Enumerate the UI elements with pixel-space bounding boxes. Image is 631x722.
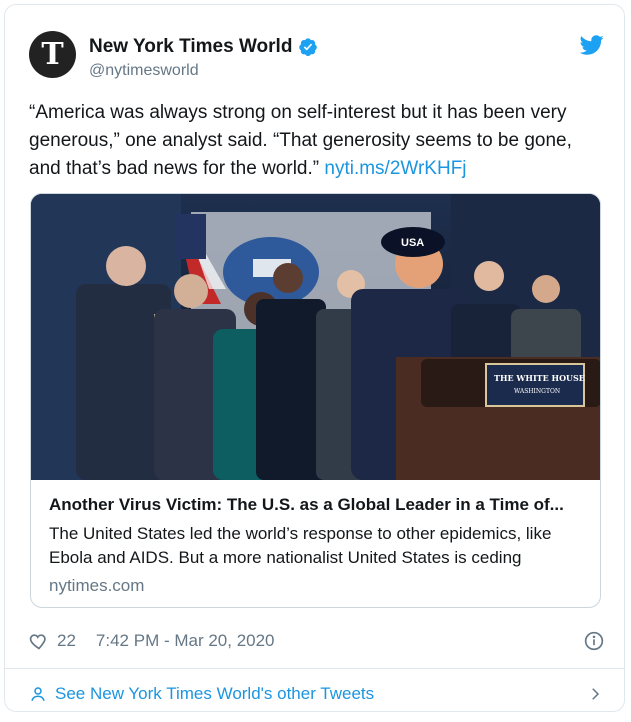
- chevron-right-icon[interactable]: [586, 685, 604, 703]
- preview-image[interactable]: USA THE WHITE HOUSE WASHINGTON: [31, 194, 601, 480]
- author-name-row: New York Times World: [89, 35, 318, 59]
- verified-badge-icon: [299, 38, 318, 57]
- tweet-header: T New York Times World @nytimesworld: [29, 31, 604, 81]
- tweet-text: “America was always strong on self-inter…: [29, 99, 603, 183]
- twitter-bird-icon[interactable]: [580, 33, 604, 57]
- see-other-tweets-link[interactable]: See New York Times World's other Tweets: [29, 681, 604, 707]
- preview-domain[interactable]: nytimes.com: [49, 575, 144, 597]
- author-name[interactable]: New York Times World: [89, 35, 292, 59]
- preview-description: The United States led the world’s respon…: [49, 524, 552, 567]
- tweet-link[interactable]: nyti.ms/2WrKHFj: [324, 158, 466, 179]
- author-handle[interactable]: @nytimesworld: [89, 61, 318, 81]
- info-icon[interactable]: [584, 631, 604, 651]
- podium-sublabel: WASHINGTON: [514, 388, 560, 395]
- tweet-body: “America was always strong on self-inter…: [29, 102, 578, 179]
- tweet-card: T New York Times World @nytimesworld “Am…: [4, 4, 625, 712]
- avatar[interactable]: T: [29, 31, 76, 78]
- see-other-tweets-label[interactable]: See New York Times World's other Tweets: [55, 684, 374, 704]
- preview-title[interactable]: Another Virus Victim: The U.S. as a Glob…: [49, 494, 584, 516]
- author-info: New York Times World @nytimesworld: [89, 35, 318, 81]
- tweet-timestamp[interactable]: 7:42 PM - Mar 20, 2020: [96, 631, 275, 651]
- hat-label: USA: [401, 237, 424, 249]
- tweet-meta: 22 7:42 PM - Mar 20, 2020: [29, 629, 604, 653]
- divider: [5, 668, 624, 669]
- avatar-logo: T: [41, 37, 64, 72]
- person-icon: [31, 687, 45, 701]
- like-count[interactable]: 22: [57, 631, 76, 651]
- link-preview-card[interactable]: USA THE WHITE HOUSE WASHINGTON Another V…: [30, 193, 601, 608]
- heart-icon[interactable]: [29, 631, 49, 651]
- podium-label: THE WHITE HOUSE: [494, 373, 585, 383]
